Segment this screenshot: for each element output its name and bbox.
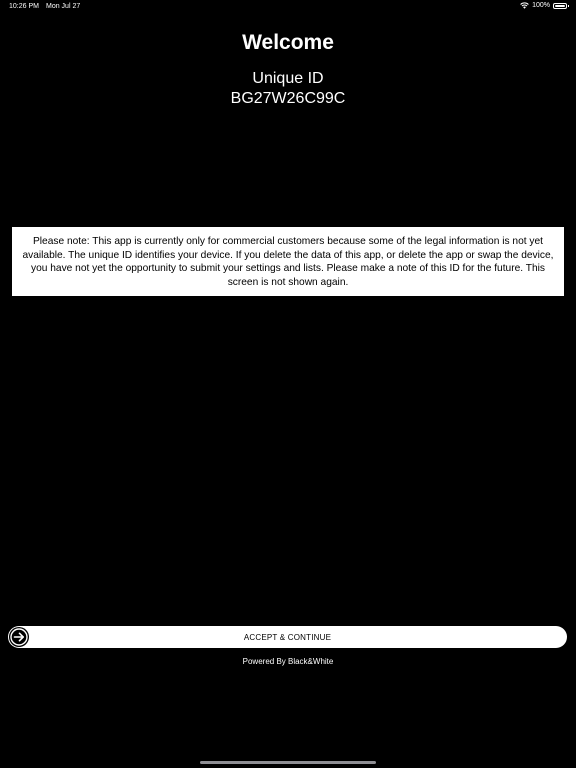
battery-percent: 100% (532, 2, 550, 9)
legal-note-text: Please note: This app is currently only … (22, 236, 554, 288)
status-bar: 10:26 PM Mon Jul 27 100% (0, 0, 576, 14)
status-time: 10:26 PM (9, 3, 39, 10)
battery-icon (553, 2, 569, 9)
battery-level (555, 4, 565, 7)
status-date: Mon Jul 27 (46, 3, 81, 10)
legal-note: Please note: This app is currently only … (12, 227, 564, 296)
powered-by-text: Powered By Black&White (242, 657, 334, 666)
unique-id-value: BG27W26C99C (230, 90, 346, 107)
wifi-icon (520, 2, 529, 9)
home-indicator[interactable] (200, 761, 376, 764)
unique-id-label: Unique ID (252, 70, 324, 87)
page-title: Welcome (242, 31, 334, 54)
status-indicators: 100% (520, 2, 569, 9)
accept-continue-label: ACCEPT & CONTINUE (243, 633, 332, 642)
accept-continue-button[interactable]: ACCEPT & CONTINUE (8, 626, 567, 648)
